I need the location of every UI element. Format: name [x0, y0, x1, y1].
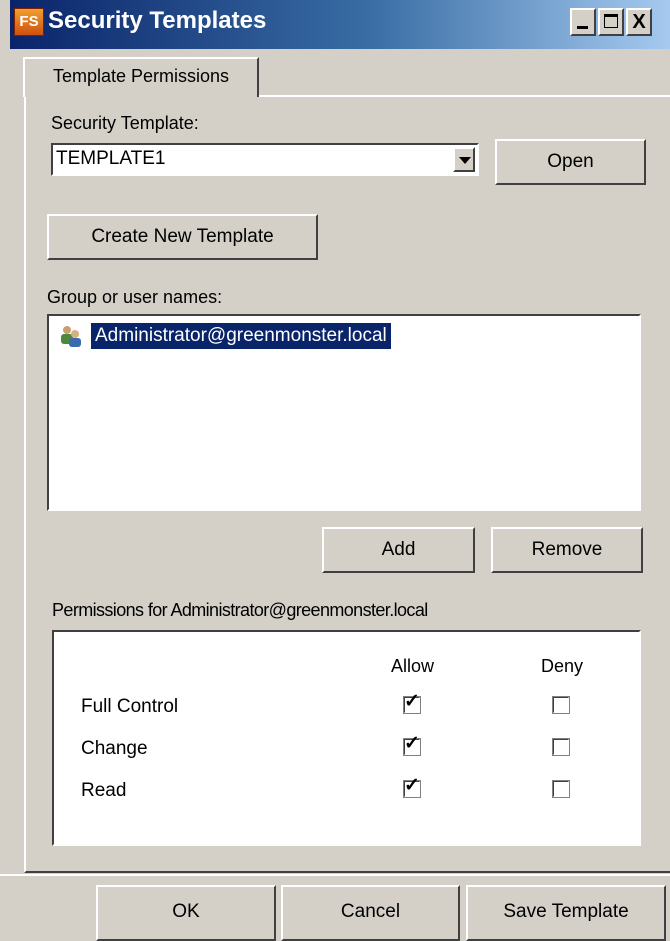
close-icon: X	[632, 11, 646, 33]
permissions-label: Permissions for Administrator@greenmonst…	[52, 600, 428, 620]
add-button[interactable]: Add	[322, 527, 475, 573]
permission-name: Change	[81, 738, 148, 759]
open-button[interactable]: Open	[495, 139, 646, 185]
ok-button[interactable]: OK	[96, 885, 276, 941]
group-or-user-names-label: Group or user names:	[47, 287, 223, 307]
remove-button[interactable]: Remove	[491, 527, 643, 573]
deny-read-checkbox[interactable]	[552, 780, 570, 798]
permissions-box: Allow Deny Full Control ✓ Change ✓ Read …	[52, 630, 641, 846]
footer-divider	[0, 874, 670, 876]
tab-label: Template Permissions	[52, 66, 230, 86]
deny-header: Deny	[541, 656, 584, 676]
allow-read-checkbox[interactable]: ✓	[403, 776, 421, 798]
minimize-button[interactable]	[570, 8, 596, 36]
allow-header: Allow	[391, 656, 435, 676]
close-button[interactable]: X	[626, 8, 652, 36]
security-template-label: Security Template:	[51, 113, 199, 133]
user-group-icon	[61, 326, 81, 347]
security-templates-window: FS Security Templates X Template Permiss…	[0, 0, 670, 941]
maximize-button[interactable]	[598, 8, 624, 36]
user-name: Administrator@greenmonster.local	[91, 323, 391, 349]
title-bar[interactable]: FS Security Templates X	[10, 0, 670, 49]
cancel-button[interactable]: Cancel	[281, 885, 460, 941]
window-title: Security Templates	[48, 7, 267, 34]
deny-full-control-checkbox[interactable]	[552, 696, 570, 714]
security-template-select[interactable]: TEMPLATE1	[51, 143, 479, 176]
tab-template-permissions[interactable]: Template Permissions	[23, 57, 259, 97]
deny-change-checkbox[interactable]	[552, 738, 570, 756]
chevron-down-icon[interactable]	[453, 147, 475, 172]
security-template-value: TEMPLATE1	[56, 148, 166, 169]
create-new-template-button[interactable]: Create New Template	[47, 214, 318, 260]
user-list[interactable]: Administrator@greenmonster.local	[47, 314, 641, 511]
app-icon: FS	[14, 8, 44, 36]
permission-name: Read	[81, 780, 127, 801]
allow-full-control-checkbox[interactable]: ✓	[403, 692, 421, 714]
permission-name: Full Control	[81, 696, 179, 717]
save-template-button[interactable]: Save Template	[466, 885, 666, 941]
allow-change-checkbox[interactable]: ✓	[403, 734, 421, 756]
